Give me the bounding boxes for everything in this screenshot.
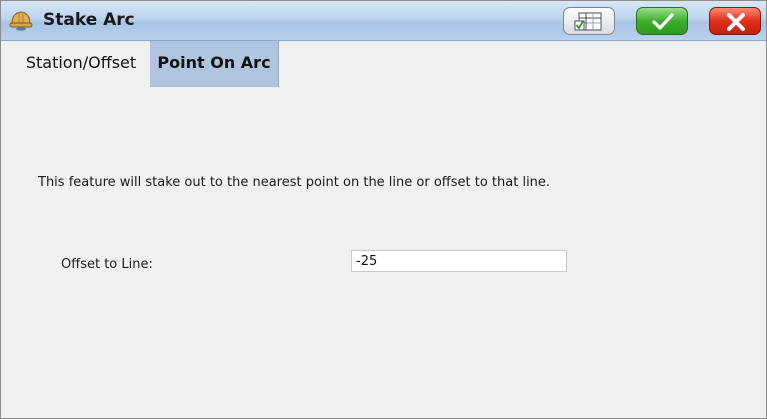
offset-to-line-input[interactable] bbox=[351, 250, 567, 272]
x-icon bbox=[727, 13, 745, 31]
accept-button[interactable] bbox=[636, 7, 688, 35]
settings-grid-button[interactable] bbox=[563, 7, 615, 35]
title-bar: Stake Arc bbox=[1, 1, 766, 41]
hardhat-icon bbox=[9, 9, 33, 31]
tab-bar: Station/Offset Point On Arc bbox=[1, 41, 766, 87]
tab-station-offset[interactable]: Station/Offset bbox=[12, 41, 150, 87]
close-button[interactable] bbox=[709, 7, 761, 35]
offset-to-line-label: Offset to Line: bbox=[61, 257, 153, 272]
table-checkbox-icon bbox=[574, 12, 602, 31]
tab-point-on-arc[interactable]: Point On Arc bbox=[150, 41, 279, 87]
stake-arc-window: Stake Arc Station/Offset Point On Arc Th… bbox=[0, 0, 767, 419]
checkmark-icon bbox=[652, 13, 674, 30]
window-title: Stake Arc bbox=[43, 10, 135, 30]
feature-description: This feature will stake out to the neare… bbox=[38, 175, 551, 190]
